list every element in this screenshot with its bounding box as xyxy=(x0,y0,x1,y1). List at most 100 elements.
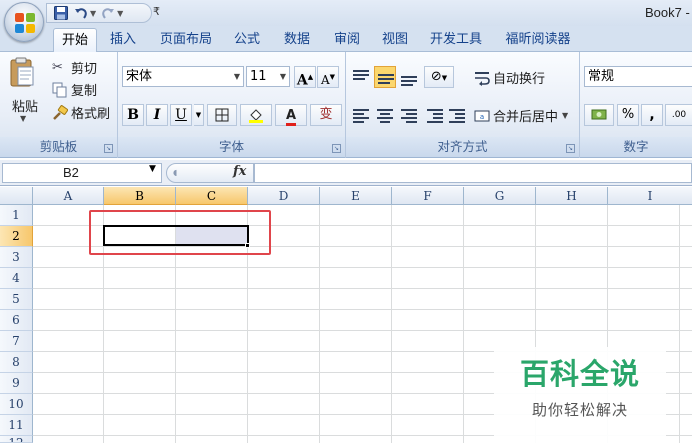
clipboard-launcher-icon[interactable]: ↘ xyxy=(104,144,113,153)
alignment-launcher-icon[interactable]: ↘ xyxy=(566,144,575,153)
chevron-down-icon[interactable]: ▼ xyxy=(149,164,156,174)
tab-home[interactable]: 开始 xyxy=(53,28,97,52)
orientation-icon: ⊘ xyxy=(430,69,442,84)
watermark: 百科全说 助你轻松解决 xyxy=(494,347,666,443)
select-all-corner[interactable] xyxy=(0,187,33,205)
worksheet-grid[interactable]: A B C D E F G H I 1 2 3 4 5 6 7 8 9 10 1… xyxy=(0,187,692,443)
column-header-c[interactable]: C xyxy=(176,187,248,205)
save-icon[interactable] xyxy=(53,5,69,21)
bold-button[interactable]: B xyxy=(122,104,144,126)
decrease-indent-icon[interactable] xyxy=(424,104,446,126)
name-box[interactable]: B2 xyxy=(2,163,162,183)
borders-button[interactable] xyxy=(207,104,237,126)
comma-button[interactable]: , xyxy=(641,104,663,126)
column-header-b[interactable]: B xyxy=(104,187,176,205)
title-bar: ▼ ▼ ₹ Book7 - xyxy=(0,0,692,26)
row-header-2[interactable]: 2 xyxy=(0,226,33,247)
number-format-value: 常规 xyxy=(588,69,615,84)
office-button[interactable] xyxy=(4,2,44,42)
fill-color-button[interactable] xyxy=(240,104,272,126)
font-size-select[interactable]: 11 ▼ xyxy=(246,66,290,87)
tab-developer[interactable]: 开发工具 xyxy=(422,28,490,52)
row-header-4[interactable]: 4 xyxy=(0,268,33,289)
font-launcher-icon[interactable]: ↘ xyxy=(332,144,341,153)
undo-icon[interactable] xyxy=(73,5,89,21)
currency-icon xyxy=(591,109,607,120)
row-header-5[interactable]: 5 xyxy=(0,289,33,310)
wrap-text-button[interactable]: 自动换行 xyxy=(474,68,545,87)
resize-handle-icon[interactable]: ◖ xyxy=(173,168,177,177)
number-format-select[interactable]: 常规 xyxy=(584,66,692,87)
format-painter-button[interactable]: 格式刷 xyxy=(52,103,110,122)
row-header-1[interactable]: 1 xyxy=(0,205,33,226)
align-top-icon[interactable] xyxy=(350,66,372,88)
column-header-i[interactable]: I xyxy=(608,187,692,205)
grid-line xyxy=(33,330,692,331)
align-left-icon[interactable] xyxy=(350,104,372,126)
increase-indent-icon[interactable] xyxy=(446,104,468,126)
ribbon: 粘贴 ▼ ✂ 剪切 复制 格式刷 剪贴板 ↘ 宋体 ▼ 11 ▼ A▲ A▼ B… xyxy=(0,52,692,158)
row-header-12[interactable]: 12 xyxy=(0,436,33,443)
font-group: 宋体 ▼ 11 ▼ A▲ A▼ B I U ▼ A 变 字体 ↘ xyxy=(118,52,346,158)
pinyin-button[interactable]: 变 xyxy=(310,104,342,126)
borders-icon xyxy=(215,108,229,122)
italic-button[interactable]: I xyxy=(146,104,168,126)
tab-page-layout[interactable]: 页面布局 xyxy=(152,28,220,52)
column-header-f[interactable]: F xyxy=(392,187,464,205)
align-right-icon[interactable] xyxy=(398,104,420,126)
merge-center-button[interactable]: a 合并后居中 ▼ xyxy=(474,106,568,125)
underline-dropdown-icon[interactable]: ▼ xyxy=(194,104,204,126)
grid-line xyxy=(463,205,464,443)
paste-button[interactable]: 粘贴 xyxy=(12,96,38,115)
shrink-font-button[interactable]: A▼ xyxy=(317,66,339,88)
formula-input[interactable] xyxy=(254,163,692,183)
chevron-down-icon: ▼ xyxy=(562,111,569,120)
paste-dropdown-icon[interactable]: ▼ xyxy=(20,114,26,123)
ribbon-tabs: 开始 插入 页面布局 公式 数据 审阅 视图 开发工具 福昕阅读器 xyxy=(0,26,692,52)
accounting-format-button[interactable] xyxy=(584,104,614,126)
column-header-h[interactable]: H xyxy=(536,187,608,205)
underline-button[interactable]: U xyxy=(170,104,192,126)
align-bottom-icon[interactable] xyxy=(398,66,420,88)
paste-icon[interactable] xyxy=(8,56,36,88)
font-name-select[interactable]: 宋体 ▼ xyxy=(122,66,244,87)
align-center-icon[interactable] xyxy=(374,104,396,126)
insert-function-icon[interactable]: fx xyxy=(233,164,246,179)
column-header-a[interactable]: A xyxy=(33,187,104,205)
wrap-text-label: 自动换行 xyxy=(493,72,546,87)
column-header-d[interactable]: D xyxy=(248,187,320,205)
row-header-7[interactable]: 7 xyxy=(0,331,33,352)
column-header-g[interactable]: G xyxy=(464,187,536,205)
alignment-group: ⊘▼ 自动换行 a 合并后居中 ▼ 对齐方式 ↘ xyxy=(346,52,580,158)
column-header-e[interactable]: E xyxy=(320,187,392,205)
office-logo-icon xyxy=(15,13,35,33)
tab-data[interactable]: 数据 xyxy=(276,28,318,52)
increase-decimal-button[interactable]: .00 xyxy=(665,104,692,126)
cut-button[interactable]: ✂ 剪切 xyxy=(52,58,97,78)
customize-toolbar-icon[interactable]: ₹ xyxy=(153,5,160,18)
grow-font-button[interactable]: A▲ xyxy=(294,66,316,89)
format-painter-icon xyxy=(52,104,69,121)
tab-formulas[interactable]: 公式 xyxy=(226,28,268,52)
row-header-9[interactable]: 9 xyxy=(0,373,33,394)
percent-button[interactable]: % xyxy=(617,104,639,126)
number-group: 常规 % , .00 数字 xyxy=(580,52,692,158)
tab-insert[interactable]: 插入 xyxy=(103,28,143,52)
annotation-highlight-box xyxy=(89,210,271,255)
tab-foxit-reader[interactable]: 福昕阅读器 xyxy=(496,28,580,52)
tab-review[interactable]: 审阅 xyxy=(326,28,368,52)
redo-icon[interactable] xyxy=(100,5,116,21)
redo-dropdown-icon[interactable]: ▼ xyxy=(117,9,123,18)
font-color-button[interactable]: A xyxy=(275,104,307,126)
copy-button[interactable]: 复制 xyxy=(52,80,97,99)
align-middle-icon[interactable] xyxy=(374,66,396,88)
undo-dropdown-icon[interactable]: ▼ xyxy=(90,9,96,18)
row-header-10[interactable]: 10 xyxy=(0,394,33,415)
row-header-8[interactable]: 8 xyxy=(0,352,33,373)
row-header-6[interactable]: 6 xyxy=(0,310,33,331)
orientation-button[interactable]: ⊘▼ xyxy=(424,66,454,88)
tab-view[interactable]: 视图 xyxy=(374,28,416,52)
row-header-11[interactable]: 11 xyxy=(0,415,33,436)
copy-icon xyxy=(52,82,68,98)
row-header-3[interactable]: 3 xyxy=(0,247,33,268)
